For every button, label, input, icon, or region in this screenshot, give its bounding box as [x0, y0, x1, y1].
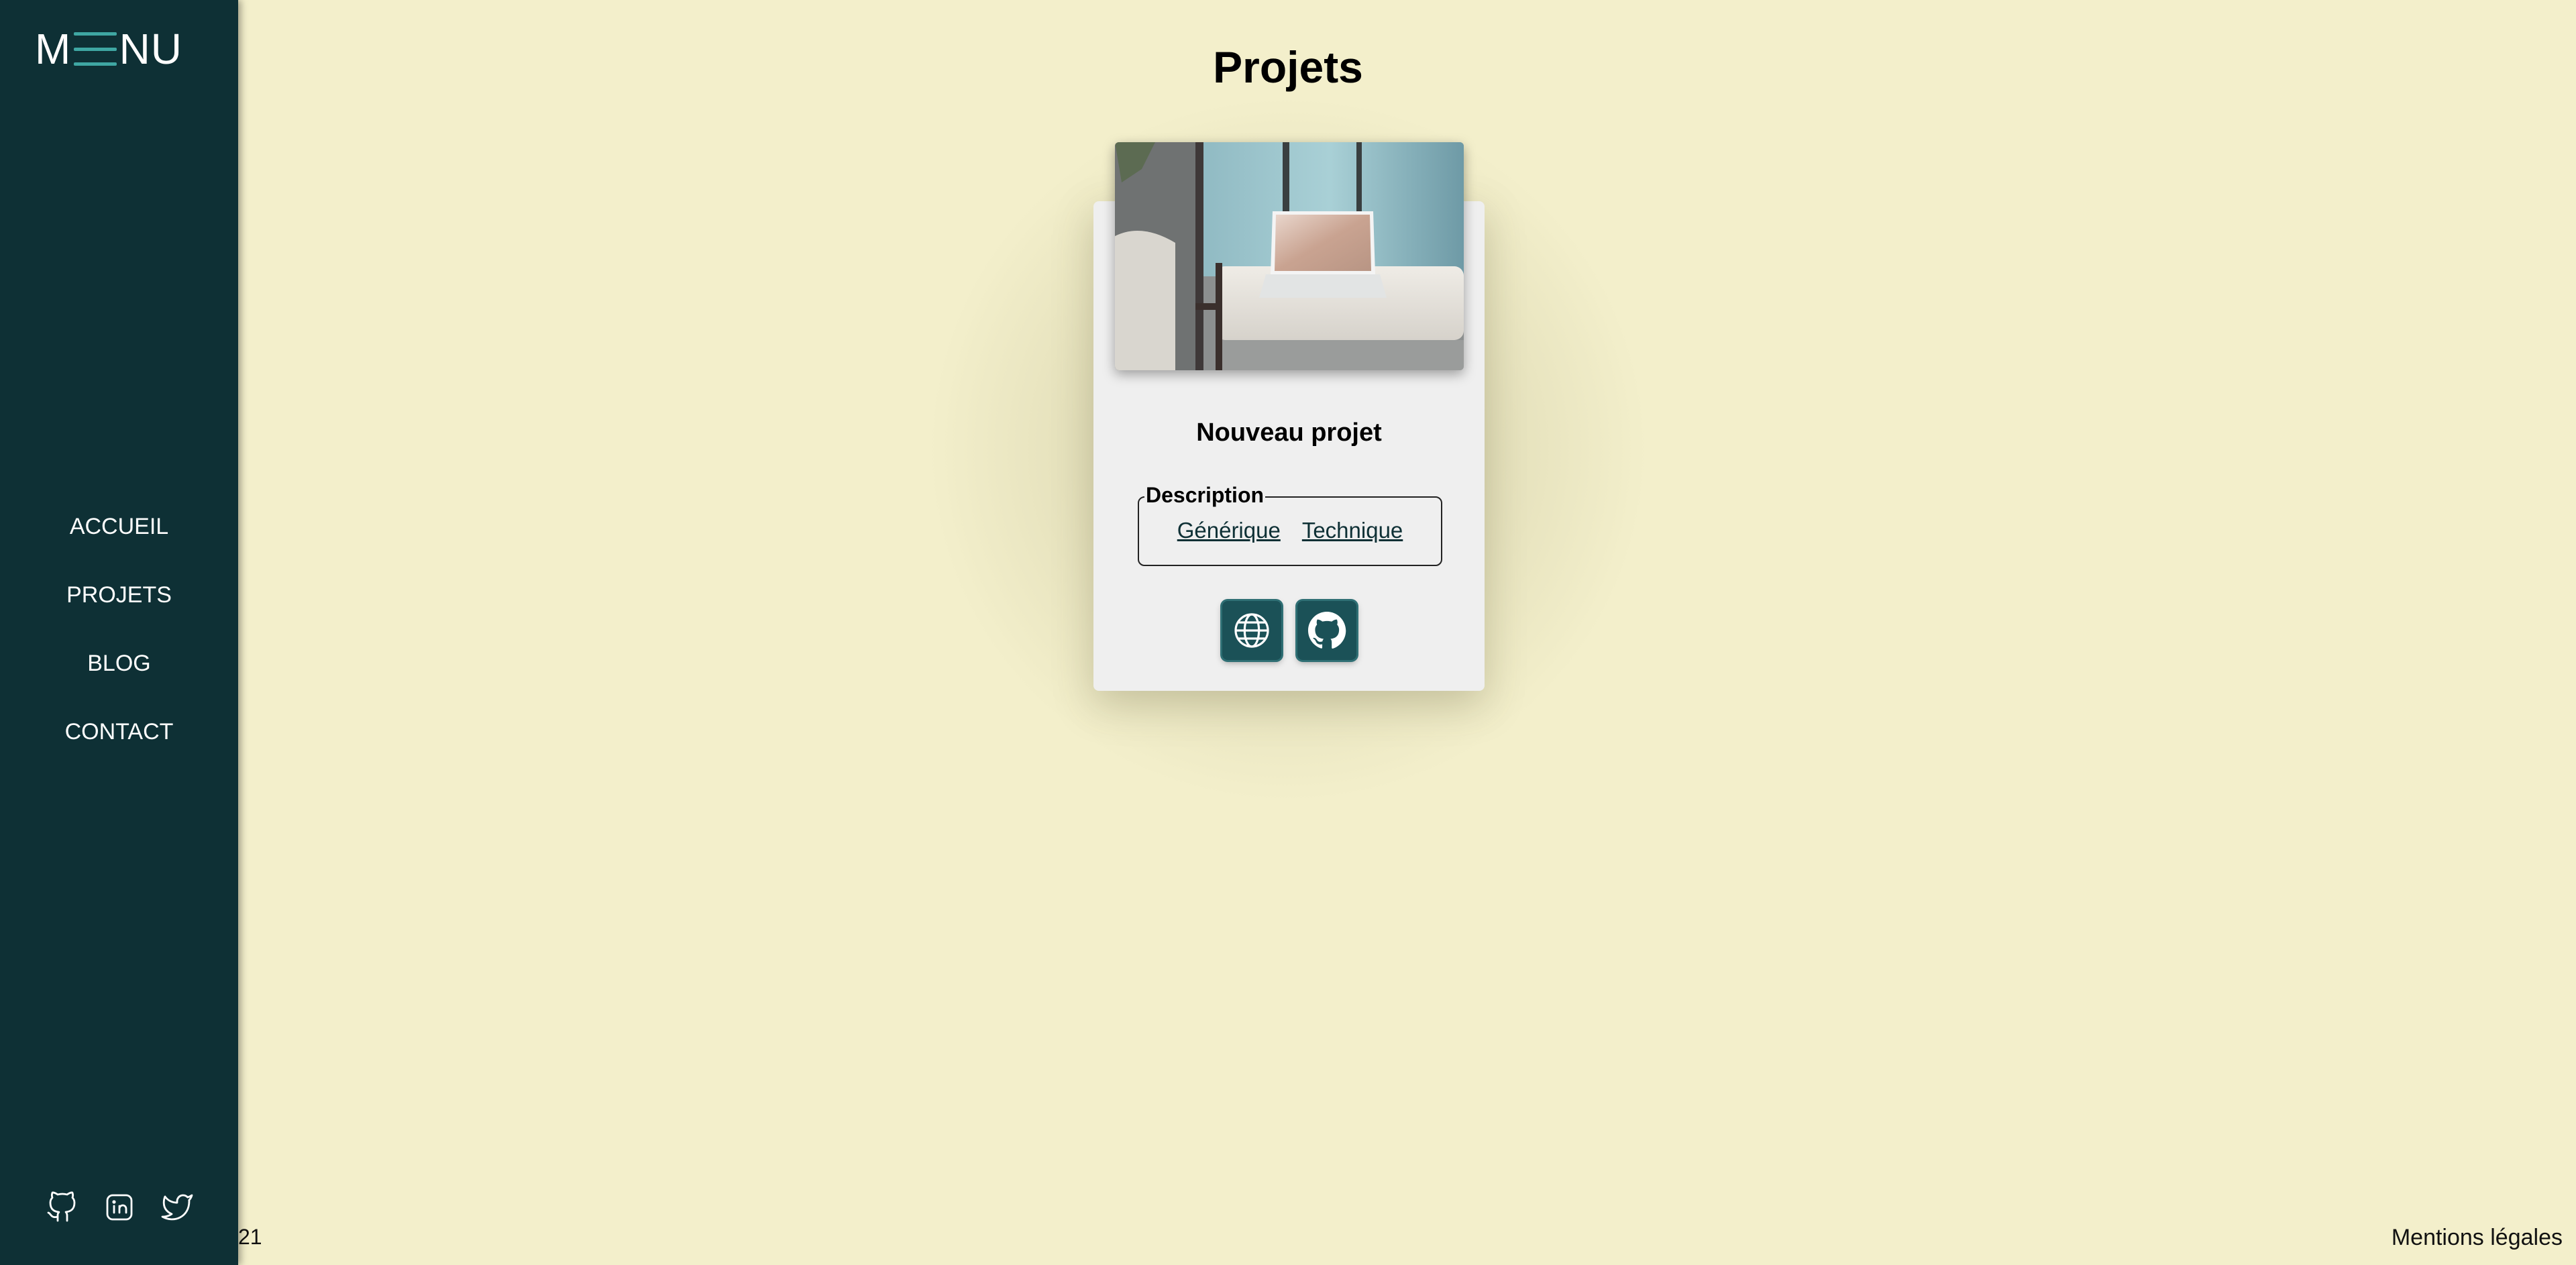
github-repo-button[interactable]	[1297, 601, 1356, 660]
nav-item-blog[interactable]: BLOG	[0, 639, 238, 707]
footer-copyright: 21	[238, 1225, 262, 1249]
sidebar: M NU ACCUEIL PROJETS BLOG CONTACT	[0, 0, 238, 1265]
description-links: Générique Technique	[1139, 518, 1441, 543]
description-box: Description Générique Technique	[1138, 483, 1442, 566]
legal-notice-link[interactable]: Mentions légales	[2392, 1225, 2563, 1251]
twitter-icon[interactable]	[161, 1191, 193, 1223]
link-technique[interactable]: Technique	[1302, 518, 1403, 543]
main-nav: ACCUEIL PROJETS BLOG CONTACT	[0, 502, 238, 775]
website-button[interactable]	[1222, 601, 1281, 660]
nav-item-projets[interactable]: PROJETS	[0, 570, 238, 639]
github-icon[interactable]	[46, 1191, 78, 1223]
card-title: Nouveau projet	[1196, 419, 1382, 447]
nav-item-accueil[interactable]: ACCUEIL	[0, 502, 238, 570]
logo-letter-left: M	[35, 25, 72, 73]
nav-item-contact[interactable]: CONTACT	[0, 707, 238, 775]
menu-logo[interactable]: M NU	[35, 27, 182, 71]
social-links	[0, 1191, 238, 1226]
project-image	[1115, 142, 1464, 370]
card-actions	[1093, 601, 1485, 660]
description-legend: Description	[1144, 483, 1266, 508]
page-title: Projets	[1213, 42, 1363, 92]
hamburger-icon	[74, 32, 117, 66]
github-icon	[1307, 612, 1346, 649]
linkedin-icon[interactable]	[103, 1191, 136, 1223]
link-generique[interactable]: Générique	[1177, 518, 1281, 543]
globe-icon	[1234, 613, 1269, 648]
logo-letter-right: NU	[119, 25, 182, 73]
